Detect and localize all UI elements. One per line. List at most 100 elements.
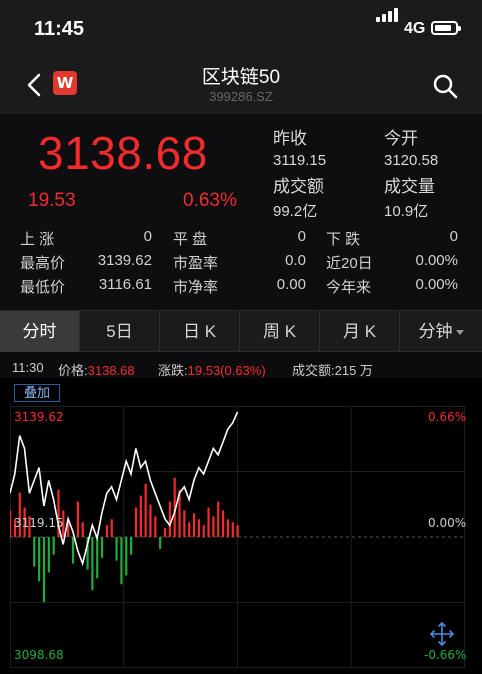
volume-bar-down — [100, 537, 104, 558]
info-change-value: 19.53(0.63%) — [187, 363, 266, 378]
volume-bar-down — [96, 537, 99, 579]
turnover: 成交额 99.2亿 — [273, 177, 324, 220]
tab-weekly-k[interactable]: 周 K — [240, 311, 320, 353]
stat-label: 平 盘 — [173, 231, 208, 248]
volume-bar-up — [217, 501, 220, 537]
volume-bar-up — [188, 522, 191, 537]
volume-bar-up — [226, 519, 230, 537]
status-time: 11:45 — [34, 18, 85, 40]
volume-bar-down — [91, 537, 94, 591]
pct-max-label: 0.66% — [428, 410, 467, 424]
volume: 成交量 10.9亿 — [384, 177, 435, 220]
price-change: 19.53 — [28, 190, 76, 211]
stats-row: 最低价 3116.61 市净率 0.00 今年来 0.00% — [0, 276, 482, 298]
overlay-button[interactable]: 叠加 — [14, 384, 60, 402]
chevron-down-icon — [455, 330, 464, 336]
tab-5day[interactable]: 5日 — [80, 311, 160, 353]
y-mid-label: 3119.15 — [14, 516, 64, 530]
pct-min-label: -0.66% — [424, 648, 467, 662]
volume-bar-down — [130, 537, 133, 555]
volume-bar-down — [33, 537, 36, 567]
info-price-value: 3138.68 — [87, 363, 135, 378]
volume-bar-down — [159, 537, 162, 549]
y-max-label: 3139.62 — [14, 410, 64, 424]
stat-value: 0.00 — [276, 276, 306, 293]
volume-bar-up — [81, 522, 84, 537]
volume-bar-up — [236, 525, 239, 537]
volume-bar-up — [110, 519, 113, 537]
stat-value: 0 — [297, 228, 306, 245]
page-title: 区块链50 — [201, 67, 281, 88]
tab-minute-label: 分钟 — [418, 322, 453, 341]
volume-bar-up — [212, 516, 215, 537]
fullscreen-icon[interactable] — [428, 620, 456, 648]
chart-info-bar: 11:30 价格:3138.68 涨跌:19.53(0.63%) 成交额:215… — [0, 352, 482, 378]
stat-value: 0 — [143, 228, 152, 245]
volume-bar-up — [134, 507, 138, 537]
pct-mid-label: 0.00% — [428, 516, 467, 530]
chart-period-tabs: 分时 5日 日 K 周 K 月 K 分钟 — [0, 310, 482, 353]
volume-bar-up — [10, 510, 12, 537]
stat-label: 下 跌 — [326, 231, 361, 248]
stat-value: 0.0 — [285, 252, 306, 269]
nav-bar: W 区块链50 399286.SZ — [0, 56, 482, 114]
volume-bar-down — [125, 537, 128, 576]
stat-label: 最高价 — [20, 255, 66, 272]
price-change-pct: 0.63% — [183, 190, 237, 211]
volume-bar-down — [38, 537, 41, 582]
stat-value: 3139.62 — [97, 252, 152, 269]
intraday-chart — [10, 406, 465, 668]
volume-bar-down — [115, 537, 118, 561]
volume-bar-up — [202, 525, 205, 537]
volume-bar-up — [168, 501, 171, 537]
current-price: 3138.68 — [38, 127, 208, 179]
stat-label: 市净率 — [173, 279, 219, 296]
prev-close: 昨收 3119.15 — [273, 129, 327, 169]
volume-bar-down — [120, 537, 123, 585]
volume-bar-up — [105, 525, 109, 537]
stat-value: 0.00% — [415, 252, 458, 269]
stats-row: 最高价 3139.62 市盈率 0.0 近20日 0.00% — [0, 252, 482, 274]
volume-bar-up — [139, 495, 142, 537]
stat-label: 市盈率 — [173, 255, 219, 272]
tab-intraday[interactable]: 分时 — [0, 311, 80, 353]
volume-bar-down — [42, 537, 46, 602]
stat-label: 近20日 — [326, 255, 373, 272]
stat-label: 上 涨 — [20, 231, 55, 248]
volume-bar-up — [76, 501, 79, 537]
stat-value: 0 — [449, 228, 458, 245]
volume-bar-up — [192, 513, 196, 537]
volume-bar-up — [197, 519, 200, 537]
status-bar: 11:45 4G — [0, 0, 482, 56]
y-min-label: 3098.68 — [14, 648, 64, 662]
tab-monthly-k[interactable]: 月 K — [320, 311, 400, 353]
battery-icon — [431, 21, 461, 35]
volume-bar-up — [144, 483, 147, 537]
tab-minute[interactable]: 分钟 — [400, 311, 482, 353]
info-turnover-value: 215 万 — [334, 363, 373, 378]
volume-bar-up — [221, 510, 225, 537]
info-turnover: 成交额:215 万 — [292, 360, 373, 379]
volume-bar-up — [163, 528, 167, 537]
stats-row: 上 涨 0 平 盘 0 下 跌 0 — [0, 228, 482, 250]
network-type: 4G — [404, 20, 426, 37]
stat-label: 最低价 — [20, 279, 66, 296]
volume-bar-up — [183, 510, 186, 537]
tab-daily-k[interactable]: 日 K — [160, 311, 240, 353]
volume-bar-up — [149, 504, 152, 537]
volume-bar-up — [154, 516, 157, 537]
volume-bar-up — [207, 507, 210, 537]
volume-bar-up — [231, 522, 234, 537]
volume-bar-down — [52, 537, 55, 555]
stock-code: 399286.SZ — [209, 89, 273, 104]
search-icon[interactable] — [430, 71, 460, 101]
stat-value: 3116.61 — [98, 276, 152, 293]
info-change: 涨跌:19.53(0.63%) — [158, 360, 266, 379]
volume-bar-down — [47, 537, 50, 573]
info-price: 价格:3138.68 — [58, 360, 135, 379]
info-turnover-label: 成交额: — [292, 363, 335, 378]
stat-label: 今年来 — [326, 279, 372, 296]
info-time: 11:30 — [12, 360, 44, 375]
stat-value: 0.00% — [415, 276, 458, 293]
info-change-label: 涨跌: — [158, 363, 188, 378]
